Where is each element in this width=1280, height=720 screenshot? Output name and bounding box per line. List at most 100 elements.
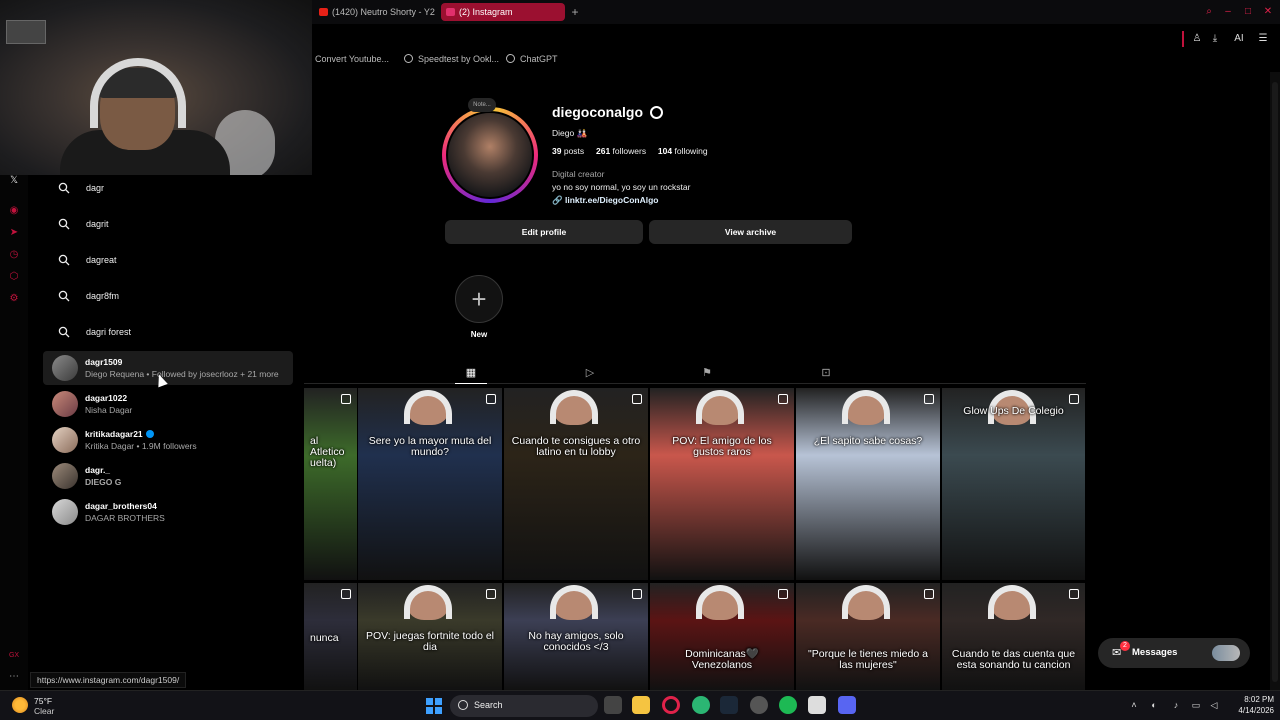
account-result[interactable]: dagr1509 Diego Requena • Followed by jos… xyxy=(43,351,293,385)
search-icon xyxy=(58,218,70,230)
thumbnail-headphones xyxy=(550,390,599,424)
account-subtitle: Nisha Dagar xyxy=(85,405,133,415)
mic-icon[interactable]: ♪ xyxy=(1170,699,1182,711)
thumbnail-headphones xyxy=(696,585,745,619)
post-thumbnail[interactable]: Cuando te consigues a otro latino en tu … xyxy=(504,388,648,580)
following-label: following xyxy=(674,146,708,156)
avatar xyxy=(52,463,78,489)
profile-link[interactable]: 🔗 linktr.ee/DiegoConAlgo xyxy=(552,195,658,206)
reel-icon xyxy=(486,589,496,599)
edit-profile-button[interactable]: Edit profile xyxy=(445,220,643,244)
thumbnail-headphones xyxy=(696,390,745,424)
thumbnail-headphones xyxy=(404,390,453,424)
avatar xyxy=(52,355,78,381)
tab-youtube[interactable]: (1420) Neutro Shorty - Y2 xyxy=(314,3,438,21)
steam-icon[interactable] xyxy=(720,696,738,714)
menu-icon[interactable]: ☰ xyxy=(1256,32,1270,46)
account-result[interactable]: dagar1022 Nisha Dagar xyxy=(43,387,293,421)
following-stat[interactable]: 104 following xyxy=(658,146,708,156)
post-caption: No hay amigos, solo conocidos </3 xyxy=(528,630,624,653)
webcam-overlay xyxy=(0,0,312,175)
more-icon[interactable]: ⋯ xyxy=(8,671,20,683)
app-icon[interactable] xyxy=(808,696,826,714)
messenger-icon[interactable]: ◉ xyxy=(8,205,20,217)
search-suggestion[interactable]: dagri forest xyxy=(44,319,294,349)
verified-badge-icon xyxy=(145,430,154,438)
post-thumbnail[interactable]: POV: El amigo de los gustos raros xyxy=(650,388,794,580)
search-suggestion[interactable]: dagr8fm xyxy=(44,283,294,313)
new-tab-button[interactable]: + xyxy=(568,4,582,20)
messages-button[interactable]: ✉ 2 Messages xyxy=(1098,638,1250,668)
maximize-icon[interactable]: □ xyxy=(1242,6,1254,18)
profile-avatar[interactable] xyxy=(446,111,534,199)
reel-icon xyxy=(632,589,642,599)
discord-icon[interactable] xyxy=(838,696,856,714)
post-thumbnail[interactable]: Cuando te das cuenta que esta sonando tu… xyxy=(942,583,1085,690)
opera-gx-icon[interactable] xyxy=(662,696,680,714)
post-thumbnail[interactable]: "Porque le tienes miedo a las mujeres" xyxy=(796,583,940,690)
ai-button[interactable]: AI xyxy=(1228,32,1250,46)
account-result[interactable]: dagar_brothers04 DAGAR BROTHERS xyxy=(43,495,293,529)
close-icon[interactable]: ✕ xyxy=(1262,6,1274,18)
task-view-icon[interactable] xyxy=(604,696,622,714)
profile-icon[interactable]: ♙ xyxy=(1190,32,1204,46)
view-archive-button[interactable]: View archive xyxy=(649,220,852,244)
post-caption: Sere yo la mayor muta del mundo? xyxy=(368,435,492,458)
tab-instagram[interactable]: (2) Instagram xyxy=(441,3,565,21)
saved-tab-icon[interactable]: ⚑ xyxy=(700,366,714,380)
search-icon xyxy=(58,182,70,194)
post-caption: "Porque le tienes miedo a las mujeres" xyxy=(808,648,928,671)
download-icon[interactable]: ⤓ xyxy=(1208,32,1222,46)
search-icon xyxy=(58,254,70,266)
file-explorer-icon[interactable] xyxy=(632,696,650,714)
bookmark-convert-youtube[interactable]: Convert Youtube... xyxy=(315,54,389,64)
profile-stats: 39 posts 261 followers 104 following xyxy=(552,146,708,156)
bookmark-chatgpt[interactable]: ChatGPT xyxy=(506,54,558,64)
post-thumbnail[interactable]: al Atletico uelta) xyxy=(304,388,357,580)
app-icon[interactable] xyxy=(750,696,768,714)
taskbar-search[interactable]: Search xyxy=(450,695,598,717)
new-highlight-button[interactable]: + xyxy=(455,275,503,323)
reels-tab-icon[interactable]: ▷ xyxy=(583,366,597,380)
search-suggestion[interactable]: dagrit xyxy=(44,211,294,241)
settings-gear-icon[interactable] xyxy=(650,106,663,119)
gx-icon[interactable]: GX xyxy=(8,650,20,662)
clock-time[interactable]: 8:02 PM xyxy=(1224,695,1274,704)
thumbnail-headphones xyxy=(842,585,891,619)
minimize-icon[interactable]: – xyxy=(1222,6,1234,18)
bookmark-speedtest[interactable]: Speedtest by Ookl... xyxy=(404,54,499,64)
post-thumbnail[interactable]: No hay amigos, solo conocidos </3 xyxy=(504,583,648,690)
note-bubble[interactable]: Note... xyxy=(468,98,496,112)
bookmark-label: Speedtest by Ookl... xyxy=(418,54,500,64)
post-thumbnail[interactable]: Sere yo la mayor muta del mundo? xyxy=(358,388,502,580)
search-suggestion[interactable]: dagr xyxy=(44,175,294,205)
tagged-tab-icon[interactable]: ⊡ xyxy=(819,366,833,380)
post-thumbnail[interactable]: nunca xyxy=(304,583,357,690)
spotify-icon[interactable] xyxy=(779,696,797,714)
post-thumbnail[interactable]: ¿El sapito sabe cosas? xyxy=(796,388,940,580)
post-thumbnail[interactable]: Glow Ups De Colegio xyxy=(942,388,1085,580)
avatar xyxy=(52,391,78,417)
send-icon[interactable]: ➤ xyxy=(8,227,20,239)
account-result[interactable]: kritikadagar21 Kritika Dagar • 1.9M foll… xyxy=(43,423,293,457)
extensions-icon[interactable]: ⬡ xyxy=(8,271,20,283)
history-icon[interactable]: ◷ xyxy=(8,249,20,261)
search-suggestion[interactable]: dagreat xyxy=(44,247,294,277)
settings-icon[interactable]: ⚙ xyxy=(8,293,20,305)
clock-date[interactable]: 4/14/2026 xyxy=(1214,706,1274,715)
posts-grid-tab-icon[interactable]: ▦ xyxy=(464,366,478,380)
tray-app-icon[interactable]: ◐ xyxy=(1148,699,1160,711)
search-tabs-icon[interactable]: ⌕ xyxy=(1203,6,1215,18)
app-icon[interactable] xyxy=(692,696,710,714)
new-highlight-label: New xyxy=(470,330,488,339)
scrollbar-thumb[interactable] xyxy=(1272,82,1278,682)
windows-start-icon[interactable] xyxy=(426,698,442,714)
weather-sun-icon[interactable] xyxy=(12,697,28,713)
post-thumbnail[interactable]: Dominicanas🖤Venezolanos xyxy=(650,583,794,690)
account-result[interactable]: dagr._ DIEGO G xyxy=(43,459,293,493)
network-icon[interactable]: ▭ xyxy=(1190,699,1202,711)
x-twitter-icon[interactable]: 𝕏 xyxy=(8,175,20,187)
post-thumbnail[interactable]: POV: juegas fortnite todo el dia xyxy=(358,583,502,690)
followers-stat[interactable]: 261 followers xyxy=(596,146,646,156)
chevron-up-icon[interactable]: ˄ xyxy=(1128,699,1140,711)
